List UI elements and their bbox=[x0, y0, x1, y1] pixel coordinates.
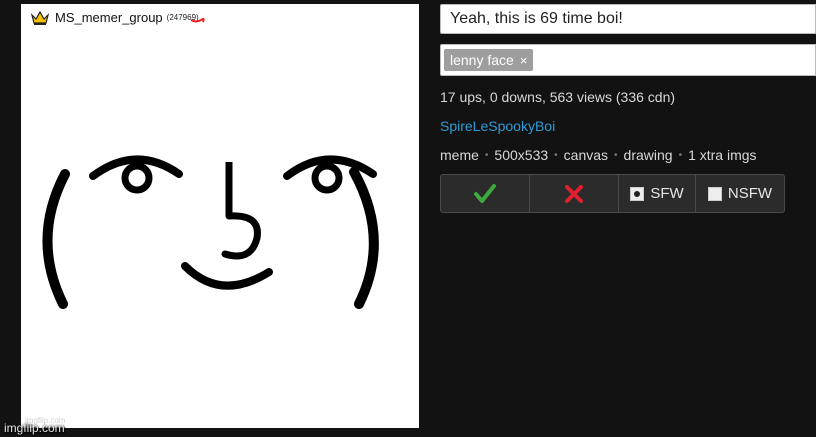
tag-label: lenny face bbox=[450, 52, 514, 68]
sfw-radio[interactable] bbox=[630, 186, 645, 201]
imgflip-watermark: imgflip.com bbox=[4, 421, 65, 435]
stats-text: 17 ups, 0 downs, 563 views (336 cdn) bbox=[440, 89, 676, 105]
meta-source: canvas bbox=[563, 147, 609, 163]
meta-dimensions: 500x533 bbox=[494, 147, 549, 163]
nsfw-label: NSFW bbox=[727, 185, 773, 202]
meta-separator: • bbox=[484, 149, 489, 161]
meta-separator: • bbox=[678, 149, 683, 161]
tag-chip[interactable]: lenny face × bbox=[444, 49, 534, 71]
cross-icon bbox=[565, 184, 583, 203]
meta-kind: drawing bbox=[623, 147, 673, 163]
title-input[interactable]: Yeah, this is 69 time boi! bbox=[440, 4, 816, 34]
approve-button[interactable] bbox=[440, 174, 530, 213]
meta-separator: • bbox=[614, 149, 618, 161]
sfw-label: SFW bbox=[650, 185, 684, 202]
meme-image[interactable]: MS_memer_group (247969) imgflip.com bbox=[21, 4, 419, 428]
meta-type: meme bbox=[440, 147, 479, 163]
reject-button[interactable] bbox=[529, 174, 619, 213]
lenny-face-drawing bbox=[42, 17, 379, 309]
check-icon bbox=[474, 183, 496, 203]
tags-input[interactable]: lenny face × bbox=[440, 44, 816, 76]
meta-separator: • bbox=[554, 149, 558, 161]
author-link[interactable]: SpireLeSpookyBoi bbox=[440, 118, 555, 134]
sfw-button[interactable]: SFW bbox=[618, 174, 696, 213]
nsfw-checkbox[interactable] bbox=[707, 186, 722, 201]
nsfw-button[interactable]: NSFW bbox=[695, 174, 785, 213]
remove-tag-icon[interactable]: × bbox=[520, 53, 528, 68]
meta-extra-images: 1 xtra imgs bbox=[688, 147, 757, 163]
moderation-buttons: SFW NSFW bbox=[440, 174, 785, 213]
meta-line: meme • 500x533 • canvas • drawing • 1 xt… bbox=[440, 147, 757, 163]
